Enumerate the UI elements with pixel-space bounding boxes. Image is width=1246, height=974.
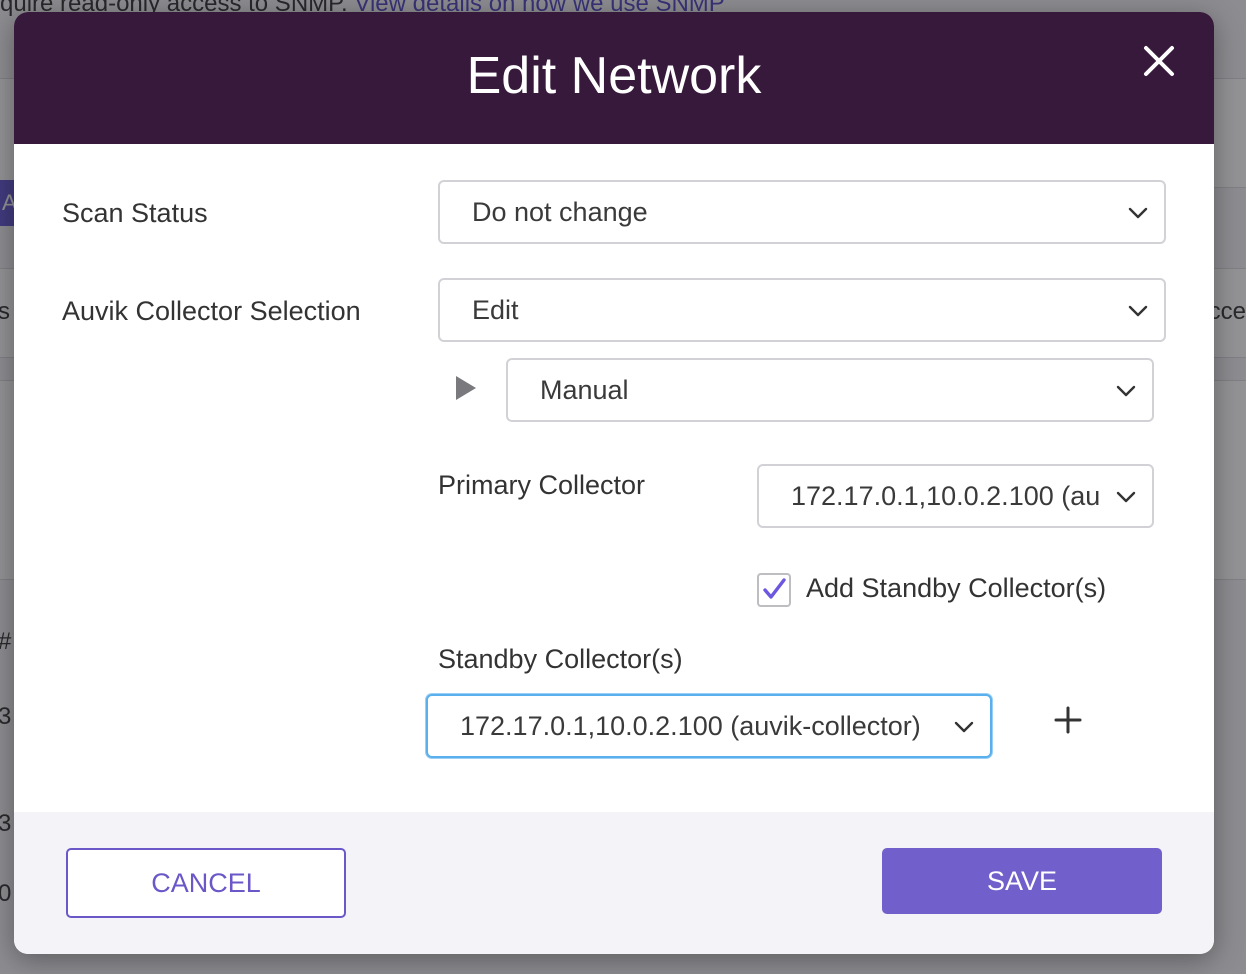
chevron-down-icon — [1116, 491, 1136, 503]
dialog-header: Edit Network — [14, 12, 1214, 144]
standby-collector-select[interactable]: 172.17.0.1,10.0.2.100 (auvik-collector) — [426, 694, 992, 758]
collector-mode-value: Manual — [540, 375, 629, 405]
collector-mode-select[interactable]: Manual — [506, 358, 1154, 422]
dialog-title: Edit Network — [466, 47, 762, 105]
collector-selection-value: Edit — [472, 295, 519, 325]
collector-selection-select[interactable]: Edit — [438, 278, 1166, 342]
primary-collector-select[interactable]: 172.17.0.1,10.0.2.100 (auv — [757, 464, 1154, 528]
checkmark-icon — [763, 578, 786, 599]
add-standby-label[interactable]: Add Standby Collector(s) — [806, 573, 1106, 604]
standby-collector-value: 172.17.0.1,10.0.2.100 (auvik-collector) — [460, 711, 921, 741]
scan-status-label: Scan Status — [62, 198, 208, 228]
close-button[interactable] — [1136, 38, 1182, 84]
collector-selection-label: Auvik Collector Selection — [62, 296, 361, 326]
scan-status-value: Do not change — [472, 197, 648, 227]
scan-status-select[interactable]: Do not change — [438, 180, 1166, 244]
expand-toggle[interactable] — [454, 374, 478, 402]
chevron-down-icon — [1128, 207, 1148, 219]
close-icon — [1144, 46, 1174, 76]
play-triangle-icon — [456, 376, 476, 400]
primary-collector-value: 172.17.0.1,10.0.2.100 (auv — [791, 481, 1100, 511]
primary-collector-label: Primary Collector — [438, 470, 646, 500]
chevron-down-icon — [1128, 305, 1148, 317]
plus-icon — [1054, 706, 1082, 734]
chevron-down-icon — [954, 721, 974, 733]
cancel-button[interactable]: CANCEL — [66, 848, 346, 918]
chevron-down-icon — [1116, 385, 1136, 397]
save-button[interactable]: SAVE — [882, 848, 1162, 914]
standby-collectors-label: Standby Collector(s) — [438, 644, 683, 674]
edit-network-dialog: Edit Network Scan Status Do not change A… — [14, 12, 1214, 954]
add-standby-checkbox[interactable] — [757, 573, 791, 607]
add-standby-collector-button[interactable] — [1050, 702, 1086, 738]
